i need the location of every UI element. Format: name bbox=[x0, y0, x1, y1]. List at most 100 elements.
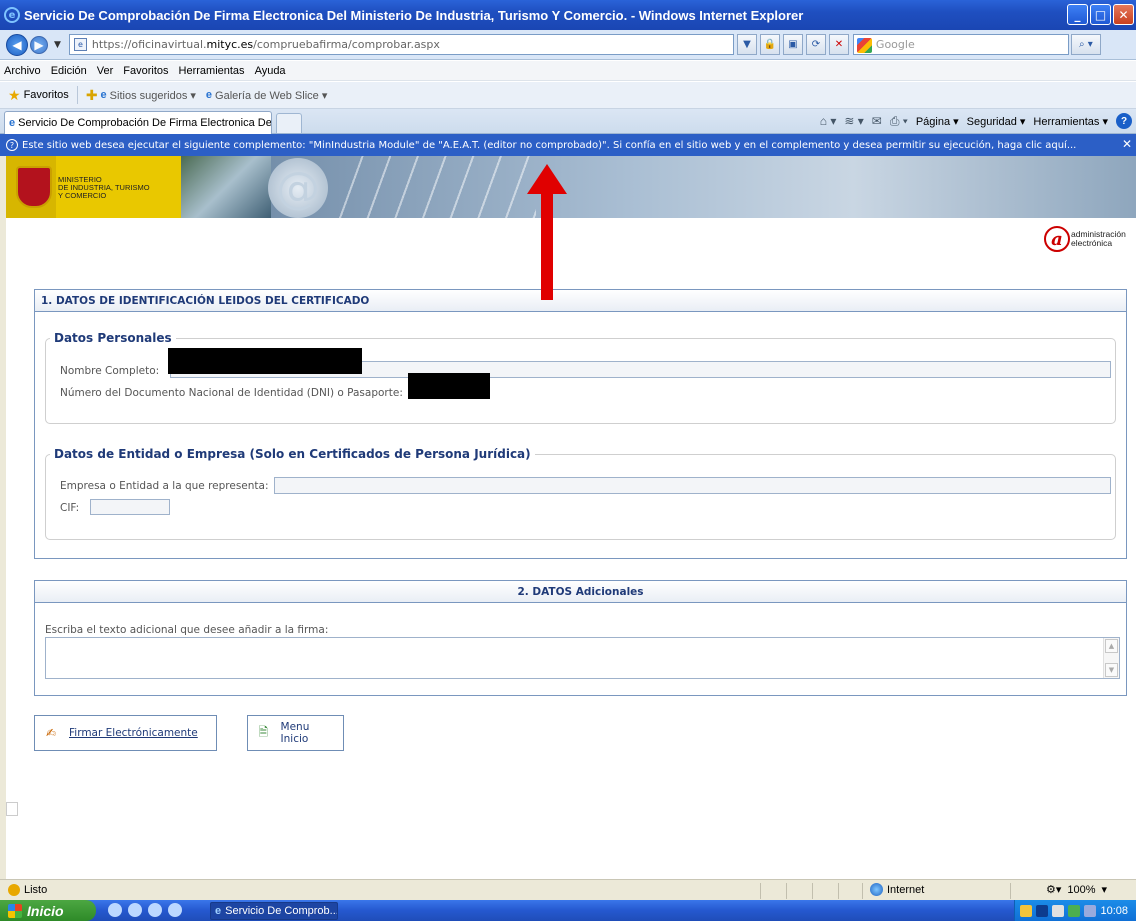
command-security[interactable]: Seguridad ▾ bbox=[967, 115, 1026, 128]
history-dropdown-icon[interactable]: ▼ bbox=[54, 40, 61, 50]
close-button[interactable]: ✕ bbox=[1113, 4, 1134, 25]
start-button[interactable]: Inicio bbox=[0, 900, 96, 921]
at-sign-icon: @ bbox=[268, 158, 328, 218]
forward-button[interactable]: ▶ bbox=[30, 35, 48, 54]
minimize-button[interactable]: _ bbox=[1067, 4, 1088, 25]
url-path: /compruebafirma/comprobar.aspx bbox=[253, 38, 440, 51]
favorites-button[interactable]: Favoritos bbox=[24, 89, 69, 101]
home-icon[interactable]: ⌂ ▾ bbox=[820, 114, 837, 128]
additional-text-area[interactable]: ▲ ▼ bbox=[45, 637, 1120, 679]
tray-icon[interactable] bbox=[1052, 904, 1065, 917]
company-data-group: Datos de Entidad o Empresa (Solo en Cert… bbox=[45, 447, 1116, 540]
scroll-down-icon[interactable]: ▼ bbox=[1105, 663, 1118, 677]
zoom-level: 100% bbox=[1067, 883, 1096, 896]
tab-current-label: Servicio De Comprobación De Firma Electr… bbox=[18, 117, 272, 129]
ie-tab-icon: e bbox=[9, 117, 16, 129]
print-icon[interactable]: ⎙ ▾ bbox=[890, 114, 908, 129]
scroll-up-icon[interactable]: ▲ bbox=[1105, 639, 1118, 653]
lock-icon[interactable]: 🔒 bbox=[759, 34, 780, 55]
stop-icon[interactable]: ✕ bbox=[828, 34, 849, 55]
ministry-banner: MINISTERIO DE INDUSTRIA, TURISMO Y COMER… bbox=[6, 156, 1136, 218]
fav-web-slice-gallery[interactable]: e Galería de Web Slice ▾ bbox=[206, 89, 327, 102]
administracion-electronica-logo: a administración electrónica bbox=[1044, 226, 1126, 252]
address-icons: ▼ 🔒 ▣ ⟳ ✕ bbox=[736, 34, 849, 55]
add-favorite-icon[interactable]: ✚ bbox=[86, 87, 98, 104]
company-field[interactable] bbox=[274, 477, 1111, 494]
fav-suggested-sites[interactable]: e Sitios sugeridos ▾ bbox=[101, 89, 196, 102]
address-dropdown-icon[interactable]: ▼ bbox=[736, 34, 757, 55]
zoom-dropdown-icon[interactable]: ▾ bbox=[1102, 883, 1108, 896]
menu-archivo[interactable]: Archivo bbox=[4, 65, 41, 77]
menu-ayuda[interactable]: Ayuda bbox=[255, 65, 286, 77]
system-tray: 10:08 bbox=[1014, 900, 1136, 921]
command-tools[interactable]: Herramientas ▾ bbox=[1033, 115, 1108, 128]
ae-logo-text: administración electrónica bbox=[1071, 230, 1126, 248]
taskbar-item-ie[interactable]: e Servicio De Comprob... bbox=[210, 902, 338, 920]
information-bar[interactable]: ? Este sitio web desea ejecutar el sigui… bbox=[0, 134, 1136, 156]
menu-favoritos[interactable]: Favoritos bbox=[123, 65, 168, 77]
quick-app-icon[interactable] bbox=[168, 903, 182, 917]
company-label: Empresa o Entidad a la que representa: bbox=[60, 480, 269, 492]
status-divider bbox=[760, 883, 761, 899]
status-divider bbox=[786, 883, 787, 899]
dni-label: Número del Documento Nacional de Identid… bbox=[60, 387, 403, 399]
quick-ie-icon[interactable] bbox=[108, 903, 122, 917]
command-page[interactable]: Página ▾ bbox=[916, 115, 959, 128]
quick-firefox-icon[interactable] bbox=[148, 903, 162, 917]
globe-icon bbox=[870, 883, 883, 896]
sign-electronically-label: Firmar Electrónicamente bbox=[69, 727, 198, 739]
tray-icon[interactable] bbox=[1020, 904, 1033, 917]
textarea-scrollbar[interactable]: ▲ ▼ bbox=[1103, 638, 1119, 678]
tab-current[interactable]: e Servicio De Comprobación De Firma Elec… bbox=[4, 111, 272, 134]
signature-icon: ✍ bbox=[45, 726, 57, 740]
quick-browser-icon[interactable] bbox=[128, 903, 142, 917]
ie-small-icon: e bbox=[205, 89, 213, 101]
ministry-logo: MINISTERIO DE INDUSTRIA, TURISMO Y COMER… bbox=[6, 156, 181, 218]
cif-label: CIF: bbox=[60, 502, 80, 514]
wind-turbines-decoration bbox=[336, 156, 536, 218]
personal-data-group: Datos Personales Nombre Completo: Número… bbox=[45, 331, 1116, 424]
new-tab-button[interactable] bbox=[276, 113, 302, 133]
security-zone[interactable]: Internet bbox=[870, 883, 924, 896]
tray-icon[interactable] bbox=[1068, 904, 1081, 917]
tray-icon[interactable] bbox=[1036, 904, 1049, 917]
google-icon bbox=[856, 38, 872, 53]
ie-logo-icon: e bbox=[4, 7, 20, 23]
additional-text-label: Escriba el texto adicional que desee aña… bbox=[45, 624, 329, 636]
sign-electronically-button[interactable]: ✍ Firmar Electrónicamente bbox=[34, 715, 217, 751]
mail-icon[interactable]: ✉ bbox=[872, 114, 882, 128]
help-icon[interactable]: ? bbox=[1116, 113, 1132, 129]
start-label: Inicio bbox=[27, 902, 64, 919]
additional-data-panel: 2. DATOS Adicionales Escriba el texto ad… bbox=[34, 580, 1127, 696]
ie-task-icon: e bbox=[215, 905, 222, 917]
status-divider bbox=[838, 883, 839, 899]
feeds-icon[interactable]: ≋ ▾ bbox=[844, 114, 863, 128]
address-toolbar: ◀ ▶ ▼ e https://oficinavirtual. mityc.es /… bbox=[0, 30, 1136, 60]
maximize-button[interactable]: □ bbox=[1090, 4, 1111, 25]
cif-field[interactable] bbox=[90, 499, 170, 515]
personal-data-legend: Datos Personales bbox=[50, 331, 176, 345]
search-icon[interactable]: ⌕ ▾ bbox=[1070, 34, 1101, 55]
info-bar-close-icon[interactable]: ✕ bbox=[1122, 137, 1132, 151]
redacted-name bbox=[168, 348, 362, 374]
compatibility-icon[interactable]: ▣ bbox=[782, 34, 803, 55]
arrow-head bbox=[527, 164, 567, 300]
address-input[interactable]: e https://oficinavirtual. mityc.es/compru… bbox=[68, 34, 734, 55]
menu-herramientas[interactable]: Herramientas bbox=[179, 65, 245, 77]
home-menu-label: Menu Inicio bbox=[280, 721, 310, 745]
ministry-name: MINISTERIO DE INDUSTRIA, TURISMO Y COMER… bbox=[58, 176, 150, 200]
home-menu-button[interactable]: 🗎 Menu Inicio bbox=[247, 715, 344, 751]
windows-taskbar: Inicio e Servicio De Comprob... 10:08 bbox=[0, 900, 1136, 921]
search-input[interactable]: Google bbox=[852, 34, 1069, 55]
zoom-control[interactable]: ⚙▾ 100% ▾ bbox=[1046, 883, 1108, 897]
menu-ver[interactable]: Ver bbox=[97, 65, 114, 77]
ae-logo-line-2: electrónica bbox=[1071, 238, 1113, 248]
ministry-line-3: Y COMERCIO bbox=[58, 191, 107, 200]
certificate-data-panel: 1. DATOS DE IDENTIFICACIÓN LEIDOS DEL CE… bbox=[34, 289, 1127, 559]
tray-icon[interactable] bbox=[1084, 904, 1097, 917]
coat-of-arms-icon bbox=[16, 166, 52, 208]
refresh-icon[interactable]: ⟳ bbox=[805, 34, 826, 55]
back-button[interactable]: ◀ bbox=[6, 33, 28, 56]
additional-data-title: 2. DATOS Adicionales bbox=[35, 581, 1126, 603]
menu-edicion[interactable]: Edición bbox=[51, 65, 87, 77]
